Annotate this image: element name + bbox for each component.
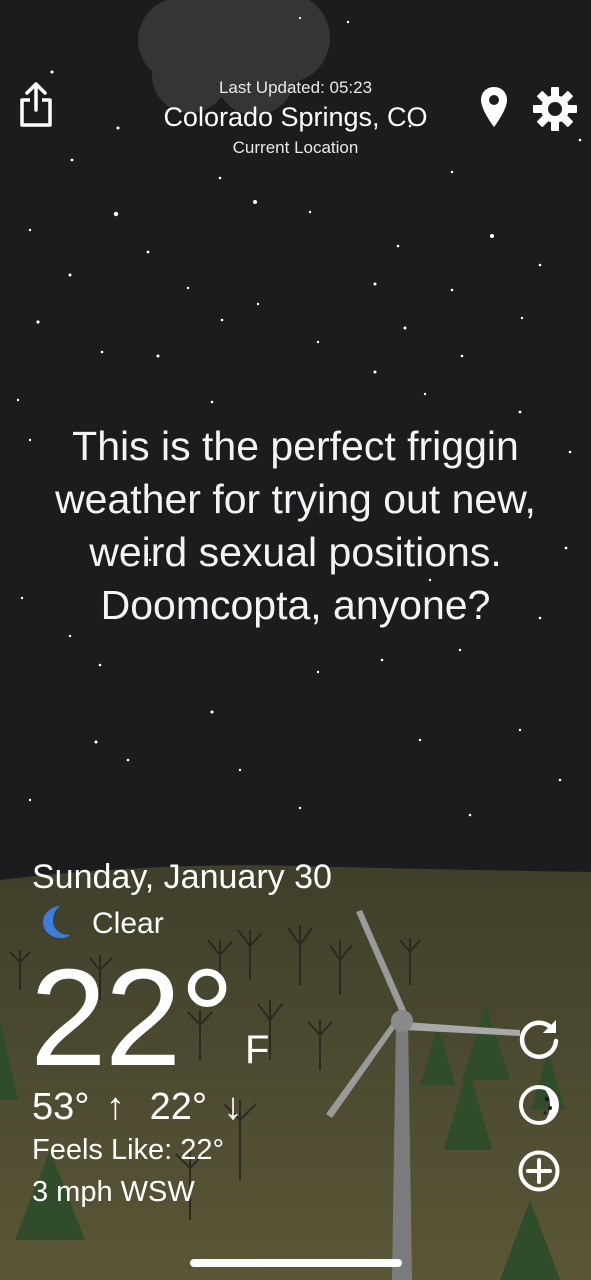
crescent-moon-icon <box>38 904 72 945</box>
settings-button[interactable] <box>530 86 580 136</box>
gear-icon <box>532 86 578 137</box>
home-indicator[interactable] <box>190 1259 402 1267</box>
add-circle-icon <box>517 1149 561 1198</box>
moon-phase-button[interactable] <box>516 1084 562 1130</box>
refresh-icon <box>517 1017 561 1066</box>
low-temperature: 22° <box>149 1086 208 1128</box>
down-arrow-icon: ↓ <box>223 1086 243 1128</box>
high-temperature: 53° <box>32 1086 90 1128</box>
current-temperature: 22° <box>30 941 235 1095</box>
current-date: Sunday, January 30 <box>32 858 332 896</box>
wind-info: 3 mph WSW <box>32 1176 195 1208</box>
location-button[interactable] <box>474 86 514 132</box>
add-location-button[interactable] <box>516 1150 562 1196</box>
condition-row: Clear <box>38 904 164 944</box>
moon-phase-icon <box>517 1083 561 1132</box>
temperature-unit[interactable]: F <box>245 1028 269 1073</box>
feels-like: Feels Like: 22° <box>32 1134 225 1166</box>
location-subtitle: Current Location <box>232 138 359 157</box>
high-low-temperature: 53° ↑ 22° ↓ <box>32 1086 243 1129</box>
refresh-button[interactable] <box>516 1018 562 1064</box>
up-arrow-icon: ↑ <box>106 1086 126 1128</box>
map-pin-icon <box>479 86 509 133</box>
condition-label: Clear <box>92 907 164 940</box>
header: Last Updated: 05:23 Colorado Springs, CO… <box>0 0 591 170</box>
weather-message: This is the perfect friggin weather for … <box>55 423 536 628</box>
